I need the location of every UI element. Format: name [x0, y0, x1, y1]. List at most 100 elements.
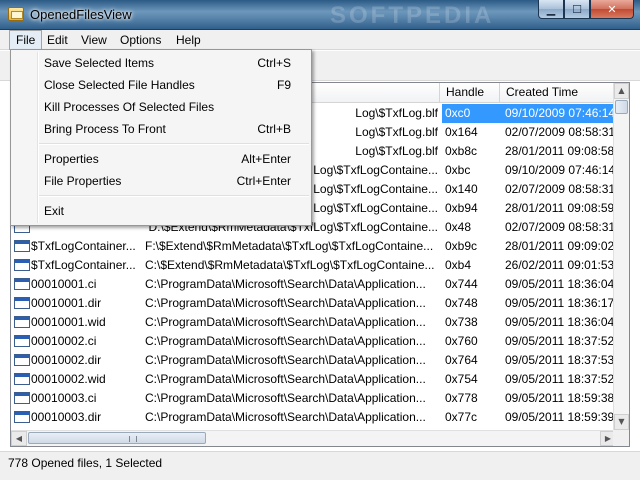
- file-icon: [14, 259, 30, 271]
- menu-properties[interactable]: Properties Alt+Enter: [13, 148, 309, 170]
- scroll-corner: [613, 430, 629, 446]
- horizontal-scrollbar[interactable]: ◀ ▶: [11, 430, 616, 446]
- cell-path: C:\ProgramData\Microsoft\Search\Data\App…: [145, 391, 426, 405]
- cell-created-time: 09/10/2009 07:46:14: [500, 104, 616, 123]
- menu-file-properties[interactable]: File Properties Ctrl+Enter: [13, 170, 309, 192]
- cell-handle: 0x77c: [445, 410, 478, 424]
- column-header-created[interactable]: Created Time: [500, 83, 616, 103]
- cell-path: C:\ProgramData\Microsoft\Search\Data\App…: [145, 296, 426, 310]
- menu-help[interactable]: Help: [170, 30, 207, 50]
- cell-handle: 0x764: [445, 353, 478, 367]
- cell-created-time: 09/05/2011 18:37:53: [505, 353, 615, 367]
- file-icon: [14, 392, 30, 404]
- cell-filename: 00010003.ci: [31, 391, 97, 405]
- table-row[interactable]: $TxfLogContainer... F:\$Extend\$RmMetadat…: [11, 237, 616, 256]
- menu-item-label: Kill Processes Of Selected Files: [44, 100, 215, 114]
- menu-view[interactable]: View: [75, 30, 113, 50]
- cell-handle: 0x164: [445, 125, 478, 139]
- cell-created-time: 09/05/2011 18:37:52: [505, 334, 615, 348]
- cell-created-time: 28/01/2011 09:08:58: [505, 144, 615, 158]
- maximize-button[interactable]: ☐: [564, 0, 590, 19]
- cell-handle: 0x140: [445, 182, 478, 196]
- cell-handle: 0xbc: [445, 163, 471, 177]
- menu-file[interactable]: File: [9, 30, 43, 50]
- cell-path: C:\ProgramData\Microsoft\Search\Data\App…: [145, 353, 426, 367]
- cell-filename: 00010001.dir: [31, 296, 102, 310]
- menu-close-file-handles[interactable]: Close Selected File Handles F9: [13, 74, 309, 96]
- menu-bring-to-front[interactable]: Bring Process To Front Ctrl+B: [13, 118, 309, 140]
- menu-item-shortcut: Ctrl+Enter: [236, 174, 291, 188]
- menu-item-shortcut: F9: [276, 78, 291, 92]
- table-row[interactable]: 00010001.ci C:\ProgramData\Microsoft\Sear…: [11, 275, 616, 294]
- close-button[interactable]: ✕: [590, 0, 634, 19]
- file-icon: [14, 411, 30, 423]
- table-row[interactable]: 00010003.ci C:\ProgramData\Microsoft\Sear…: [11, 389, 616, 408]
- vertical-scrollbar[interactable]: ▲ ▼: [613, 83, 629, 430]
- cell-filename: 00010002.dir: [31, 353, 102, 367]
- window-controls: ▁ ☐ ✕: [538, 0, 634, 20]
- file-icon: [14, 278, 30, 290]
- menu-item-label: Save Selected Items: [44, 56, 155, 70]
- table-row[interactable]: 00010003.dir C:\ProgramData\Microsoft\Sea…: [11, 408, 616, 427]
- menu-separator: [39, 195, 309, 197]
- app-icon: [8, 7, 24, 21]
- file-icon: [14, 354, 30, 366]
- file-icon: [14, 297, 30, 309]
- table-row[interactable]: 00010002.ci C:\ProgramData\Microsoft\Sear…: [11, 332, 616, 351]
- menu-options[interactable]: Options: [114, 30, 167, 50]
- cell-created-time: 09/05/2011 18:37:52: [505, 372, 615, 386]
- cell-filename: 00010001.wid: [31, 315, 106, 329]
- column-header-handle[interactable]: Handle: [440, 83, 500, 103]
- menu-bar: File Edit View Options Help: [0, 30, 640, 50]
- minimize-icon: ▁: [546, 2, 556, 16]
- cell-handle: 0x754: [445, 372, 478, 386]
- scroll-down-icon[interactable]: ▼: [614, 414, 629, 430]
- menu-save-selected-items[interactable]: Save Selected Items Ctrl+S: [13, 52, 309, 74]
- cell-created-time: 09/10/2009 07:46:14: [505, 163, 616, 177]
- cell-created-time: 09/05/2011 18:36:17: [505, 296, 615, 310]
- cell-path: C:\ProgramData\Microsoft\Search\Data\App…: [145, 410, 426, 424]
- cell-path: F:\$Extend\$RmMetadata\$TxfLog\$TxfLogCo…: [145, 239, 434, 253]
- minimize-button[interactable]: ▁: [538, 0, 564, 19]
- cell-path: C:\$Extend\$RmMetadata\$TxfLog\$TxfLogCo…: [145, 258, 435, 272]
- cell-handle: 0x760: [445, 334, 478, 348]
- menu-item-shortcut: Alt+Enter: [241, 152, 291, 166]
- menu-kill-processes[interactable]: Kill Processes Of Selected Files: [13, 96, 309, 118]
- title-bar: OpenedFilesView SOFTPEDIA ▁ ☐ ✕: [0, 0, 640, 30]
- table-row[interactable]: 00010001.dir C:\ProgramData\Microsoft\Sea…: [11, 294, 616, 313]
- cell-created-time: 28/01/2011 09:08:59: [505, 201, 615, 215]
- cell-handle: 0xb94: [445, 201, 478, 215]
- table-row[interactable]: $TxfLogContainer... C:\$Extend\$RmMetadat…: [11, 256, 616, 275]
- cell-handle: 0xc0: [442, 104, 500, 123]
- cell-filename: $TxfLogContainer...: [31, 239, 136, 253]
- file-icon: [14, 373, 30, 385]
- cell-handle: 0x738: [445, 315, 478, 329]
- table-row[interactable]: 00010001.wid C:\ProgramData\Microsoft\Sea…: [11, 313, 616, 332]
- vertical-scroll-thumb[interactable]: [615, 100, 628, 114]
- menu-exit[interactable]: Exit: [13, 200, 309, 222]
- cell-created-time: 28/01/2011 09:09:02: [505, 239, 615, 253]
- menu-item-label: Exit: [44, 204, 65, 218]
- menu-edit[interactable]: Edit: [41, 30, 74, 50]
- cell-filename: 00010003.dir: [31, 410, 102, 424]
- menu-item-shortcut: Ctrl+B: [257, 122, 291, 136]
- scroll-up-icon[interactable]: ▲: [614, 83, 629, 99]
- status-bar: 778 Opened files, 1 Selected: [0, 451, 640, 480]
- grip-icon: [129, 436, 137, 442]
- cell-filename: 00010002.wid: [31, 372, 106, 386]
- cell-created-time: 26/02/2011 09:01:53: [505, 258, 615, 272]
- horizontal-scroll-thumb[interactable]: [28, 432, 206, 444]
- menu-separator: [39, 143, 309, 145]
- table-row[interactable]: 00010002.wid C:\ProgramData\Microsoft\Sea…: [11, 370, 616, 389]
- table-row[interactable]: 00010002.dir C:\ProgramData\Microsoft\Sea…: [11, 351, 616, 370]
- status-text: 778 Opened files, 1 Selected: [8, 456, 163, 470]
- cell-handle: 0xb4: [445, 258, 472, 272]
- cell-handle: 0xb9c: [445, 239, 478, 253]
- cell-filename: $TxfLogContainer...: [31, 258, 136, 272]
- cell-handle: 0x744: [445, 277, 478, 291]
- cell-created-time: 09/05/2011 18:59:38: [505, 391, 615, 405]
- cell-path: C:\ProgramData\Microsoft\Search\Data\App…: [145, 277, 426, 291]
- scroll-left-icon[interactable]: ◀: [11, 431, 27, 446]
- cell-handle: 0x48: [445, 220, 472, 234]
- cell-filename: 00010001.ci: [31, 277, 97, 291]
